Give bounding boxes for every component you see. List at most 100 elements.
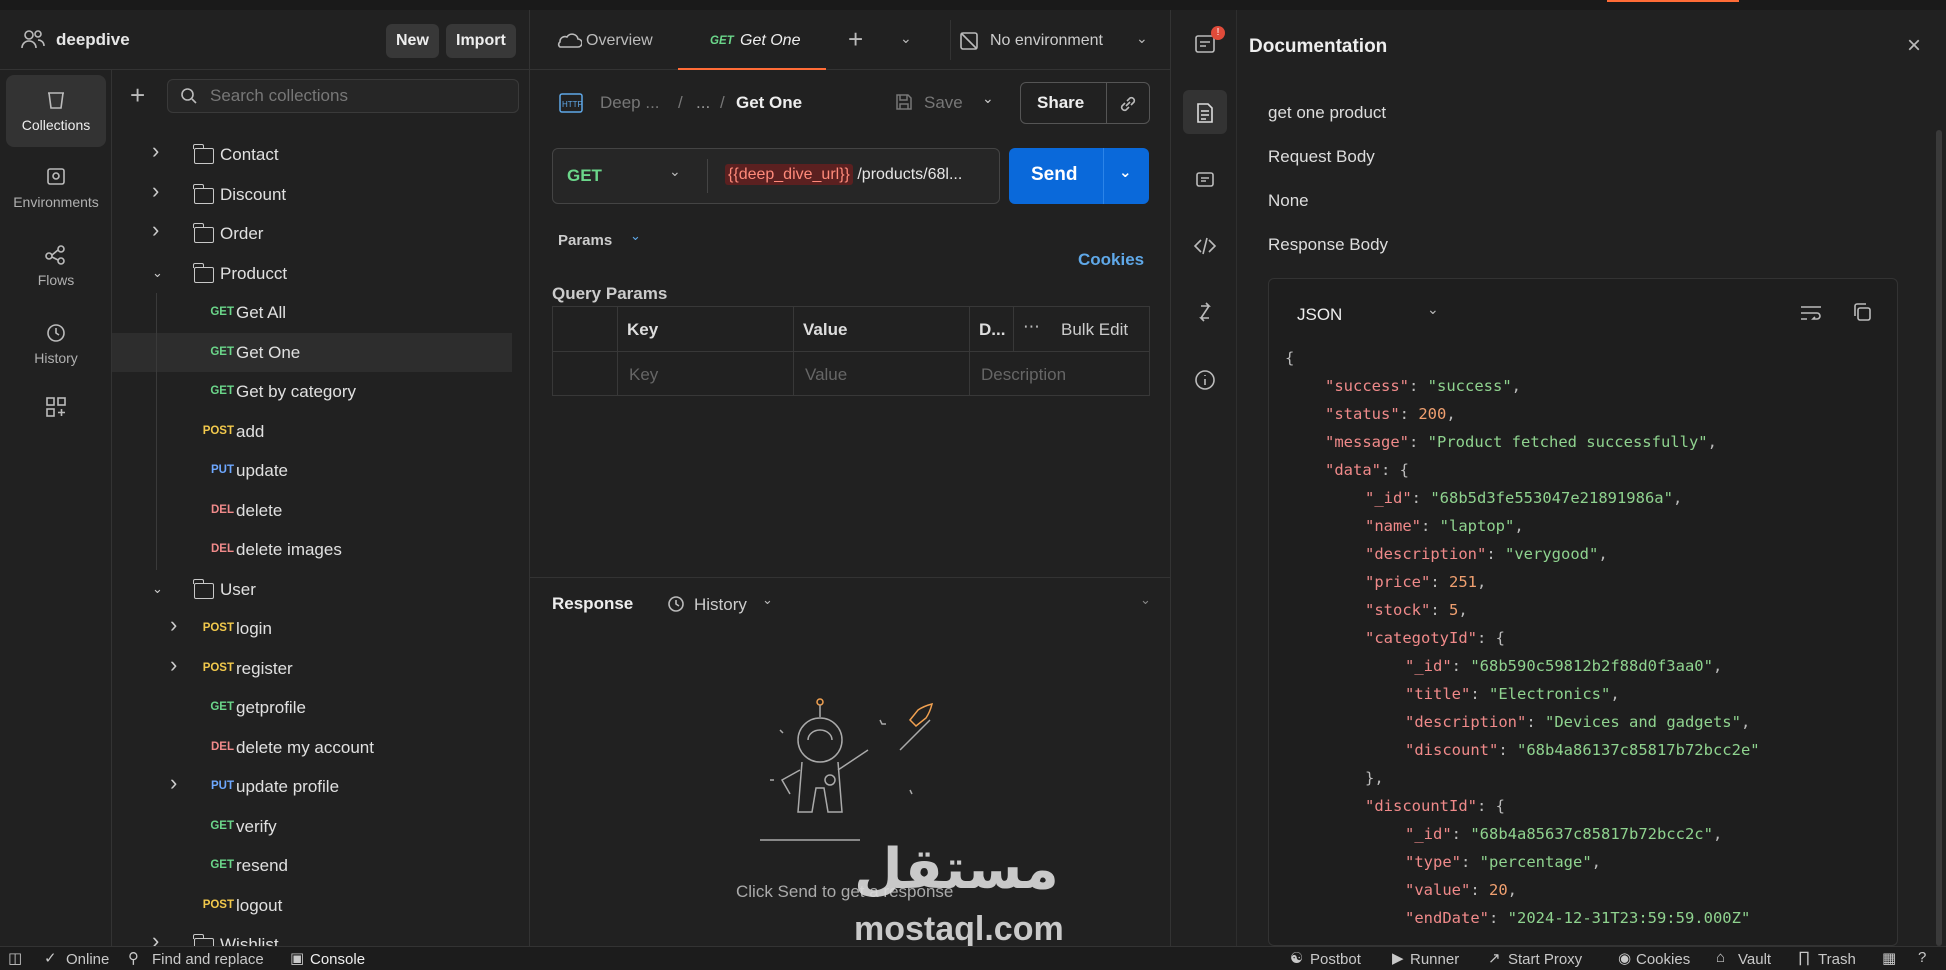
chevron-right-icon[interactable]: › xyxy=(170,770,177,796)
tab-get-one[interactable]: Get One xyxy=(740,32,800,50)
bulk-edit-button[interactable]: Bulk Edit xyxy=(1061,320,1128,340)
description-input[interactable]: Description xyxy=(981,365,1066,385)
format-dropdown-icon[interactable]: ⌄ xyxy=(1427,301,1439,318)
folder-item[interactable]: ⌄ Producct xyxy=(112,254,512,293)
chevron-right-icon[interactable]: › xyxy=(152,217,159,243)
request-item[interactable]: › POST login xyxy=(112,609,512,648)
rail-collections[interactable]: Collections xyxy=(6,75,106,147)
environment-selector[interactable]: No environment xyxy=(990,32,1103,50)
new-button[interactable]: New xyxy=(386,24,439,58)
collapse-response-icon[interactable]: ⌄ xyxy=(1140,592,1151,608)
add-collection-icon[interactable]: + xyxy=(130,82,145,108)
online-status[interactable]: Online xyxy=(66,951,109,968)
copy-icon[interactable] xyxy=(1851,301,1873,323)
request-item[interactable]: › PUT update profile xyxy=(112,767,512,806)
request-item[interactable]: DEL delete xyxy=(112,491,512,530)
workspace-name[interactable]: deepdive xyxy=(56,30,130,50)
cookies-icon: ◉ xyxy=(1618,950,1632,967)
response-history-button[interactable]: History xyxy=(694,595,747,615)
chevron-down-icon[interactable]: ⌄ xyxy=(152,265,163,281)
wrap-lines-icon[interactable] xyxy=(1799,303,1823,323)
search-placeholder: Search collections xyxy=(210,86,348,105)
method-selector[interactable]: GET xyxy=(567,166,602,186)
key-input[interactable]: Key xyxy=(629,365,658,385)
rail-environments[interactable]: Environments xyxy=(6,152,106,224)
share-button[interactable]: Share xyxy=(1037,93,1084,113)
request-item[interactable]: › POST register xyxy=(112,649,512,688)
request-title[interactable]: Get One xyxy=(736,93,802,113)
breadcrumb-collection[interactable]: Deep ... xyxy=(600,93,660,113)
tab-overview[interactable]: Overview xyxy=(586,32,653,50)
folder-item[interactable]: ⌄ User xyxy=(112,570,512,609)
method-badge: GET xyxy=(210,819,234,832)
environment-dropdown-icon[interactable]: ⌄ xyxy=(1136,30,1148,47)
postbot-button[interactable]: Postbot xyxy=(1310,951,1361,968)
folder-item[interactable]: › Contact xyxy=(112,135,512,174)
tab-method: GET xyxy=(710,35,734,47)
start-proxy-button[interactable]: Start Proxy xyxy=(1508,951,1582,968)
folder-item[interactable]: › Order xyxy=(112,214,512,253)
save-button[interactable]: Save xyxy=(924,93,963,113)
send-button[interactable]: Send xyxy=(1031,164,1077,186)
doc-scrollbar[interactable] xyxy=(1936,130,1942,946)
request-item[interactable]: GET verify xyxy=(112,807,512,846)
link-icon[interactable] xyxy=(1117,93,1139,115)
grid-icon[interactable]: ▦ xyxy=(1882,949,1896,967)
url-input[interactable]: {{deep_dive_url}} /products/68l... xyxy=(725,164,962,185)
params-dropdown-icon[interactable]: ⌄ xyxy=(630,228,641,244)
request-item[interactable]: GET Get All xyxy=(112,293,512,332)
more-icon[interactable]: ⋯ xyxy=(1023,317,1040,337)
breadcrumb-ellipsis[interactable]: ... xyxy=(696,93,710,113)
rail-more[interactable] xyxy=(6,388,106,432)
import-button[interactable]: Import xyxy=(446,24,516,58)
console-button[interactable]: Console xyxy=(310,951,365,968)
info-icon[interactable] xyxy=(1193,368,1217,392)
save-dropdown-icon[interactable]: ⌄ xyxy=(982,90,994,107)
chevron-right-icon[interactable]: › xyxy=(152,138,159,164)
format-selector[interactable]: JSON xyxy=(1297,305,1342,325)
find-replace-button[interactable]: Find and replace xyxy=(152,951,264,968)
vault-button[interactable]: Vault xyxy=(1738,951,1771,968)
http-icon: HTTP xyxy=(559,93,583,113)
chevron-down-icon[interactable]: ⌄ xyxy=(152,581,163,597)
code-token: : xyxy=(1526,713,1545,731)
related-icon[interactable] xyxy=(1195,302,1215,322)
request-item[interactable]: DEL delete my account xyxy=(112,728,512,767)
send-dropdown-icon[interactable]: ⌄ xyxy=(1119,163,1132,181)
code-line: { xyxy=(1285,349,1294,367)
chevron-right-icon[interactable]: › xyxy=(152,928,159,946)
tab-params[interactable]: Params xyxy=(558,232,612,249)
request-item[interactable]: DEL delete images xyxy=(112,530,512,569)
history-dropdown-icon[interactable]: ⌄ xyxy=(762,592,773,608)
value-input[interactable]: Value xyxy=(805,365,847,385)
layout-icon[interactable]: ◫ xyxy=(8,949,22,967)
folder-item[interactable]: › Discount xyxy=(112,175,512,214)
chevron-right-icon[interactable]: › xyxy=(152,178,159,204)
trash-button[interactable]: Trash xyxy=(1818,951,1856,968)
request-item[interactable]: POST add xyxy=(112,412,512,451)
code-token: "title" xyxy=(1405,685,1471,703)
comment-icon[interactable] xyxy=(1195,170,1215,190)
folder-item[interactable]: › Wishlist xyxy=(112,925,512,946)
runner-button[interactable]: Runner xyxy=(1410,951,1459,968)
new-tab-icon[interactable]: + xyxy=(848,24,863,55)
code-icon[interactable] xyxy=(1193,236,1217,256)
rail-history[interactable]: History xyxy=(6,308,106,380)
chevron-right-icon[interactable]: › xyxy=(170,652,177,678)
panel-title: Documentation xyxy=(1249,36,1388,57)
rail-flows[interactable]: Flows xyxy=(6,230,106,302)
cookies-link[interactable]: Cookies xyxy=(1078,250,1144,270)
cookies-button[interactable]: Cookies xyxy=(1636,951,1690,968)
request-item[interactable]: POST logout xyxy=(112,886,512,925)
request-item[interactable]: GET getprofile xyxy=(112,688,512,727)
close-icon[interactable]: × xyxy=(1907,32,1921,60)
help-icon[interactable]: ? xyxy=(1918,949,1926,966)
request-item[interactable]: GET Get by category xyxy=(112,372,512,411)
request-item[interactable]: PUT update xyxy=(112,451,512,490)
chevron-right-icon[interactable]: › xyxy=(170,612,177,638)
tabs-dropdown-icon[interactable]: ⌄ xyxy=(900,30,912,47)
request-item[interactable]: GET resend xyxy=(112,846,512,885)
method-dropdown-icon[interactable]: ⌄ xyxy=(669,163,681,180)
code-token: : xyxy=(1470,881,1489,899)
request-item[interactable]: GET Get One xyxy=(112,332,512,372)
